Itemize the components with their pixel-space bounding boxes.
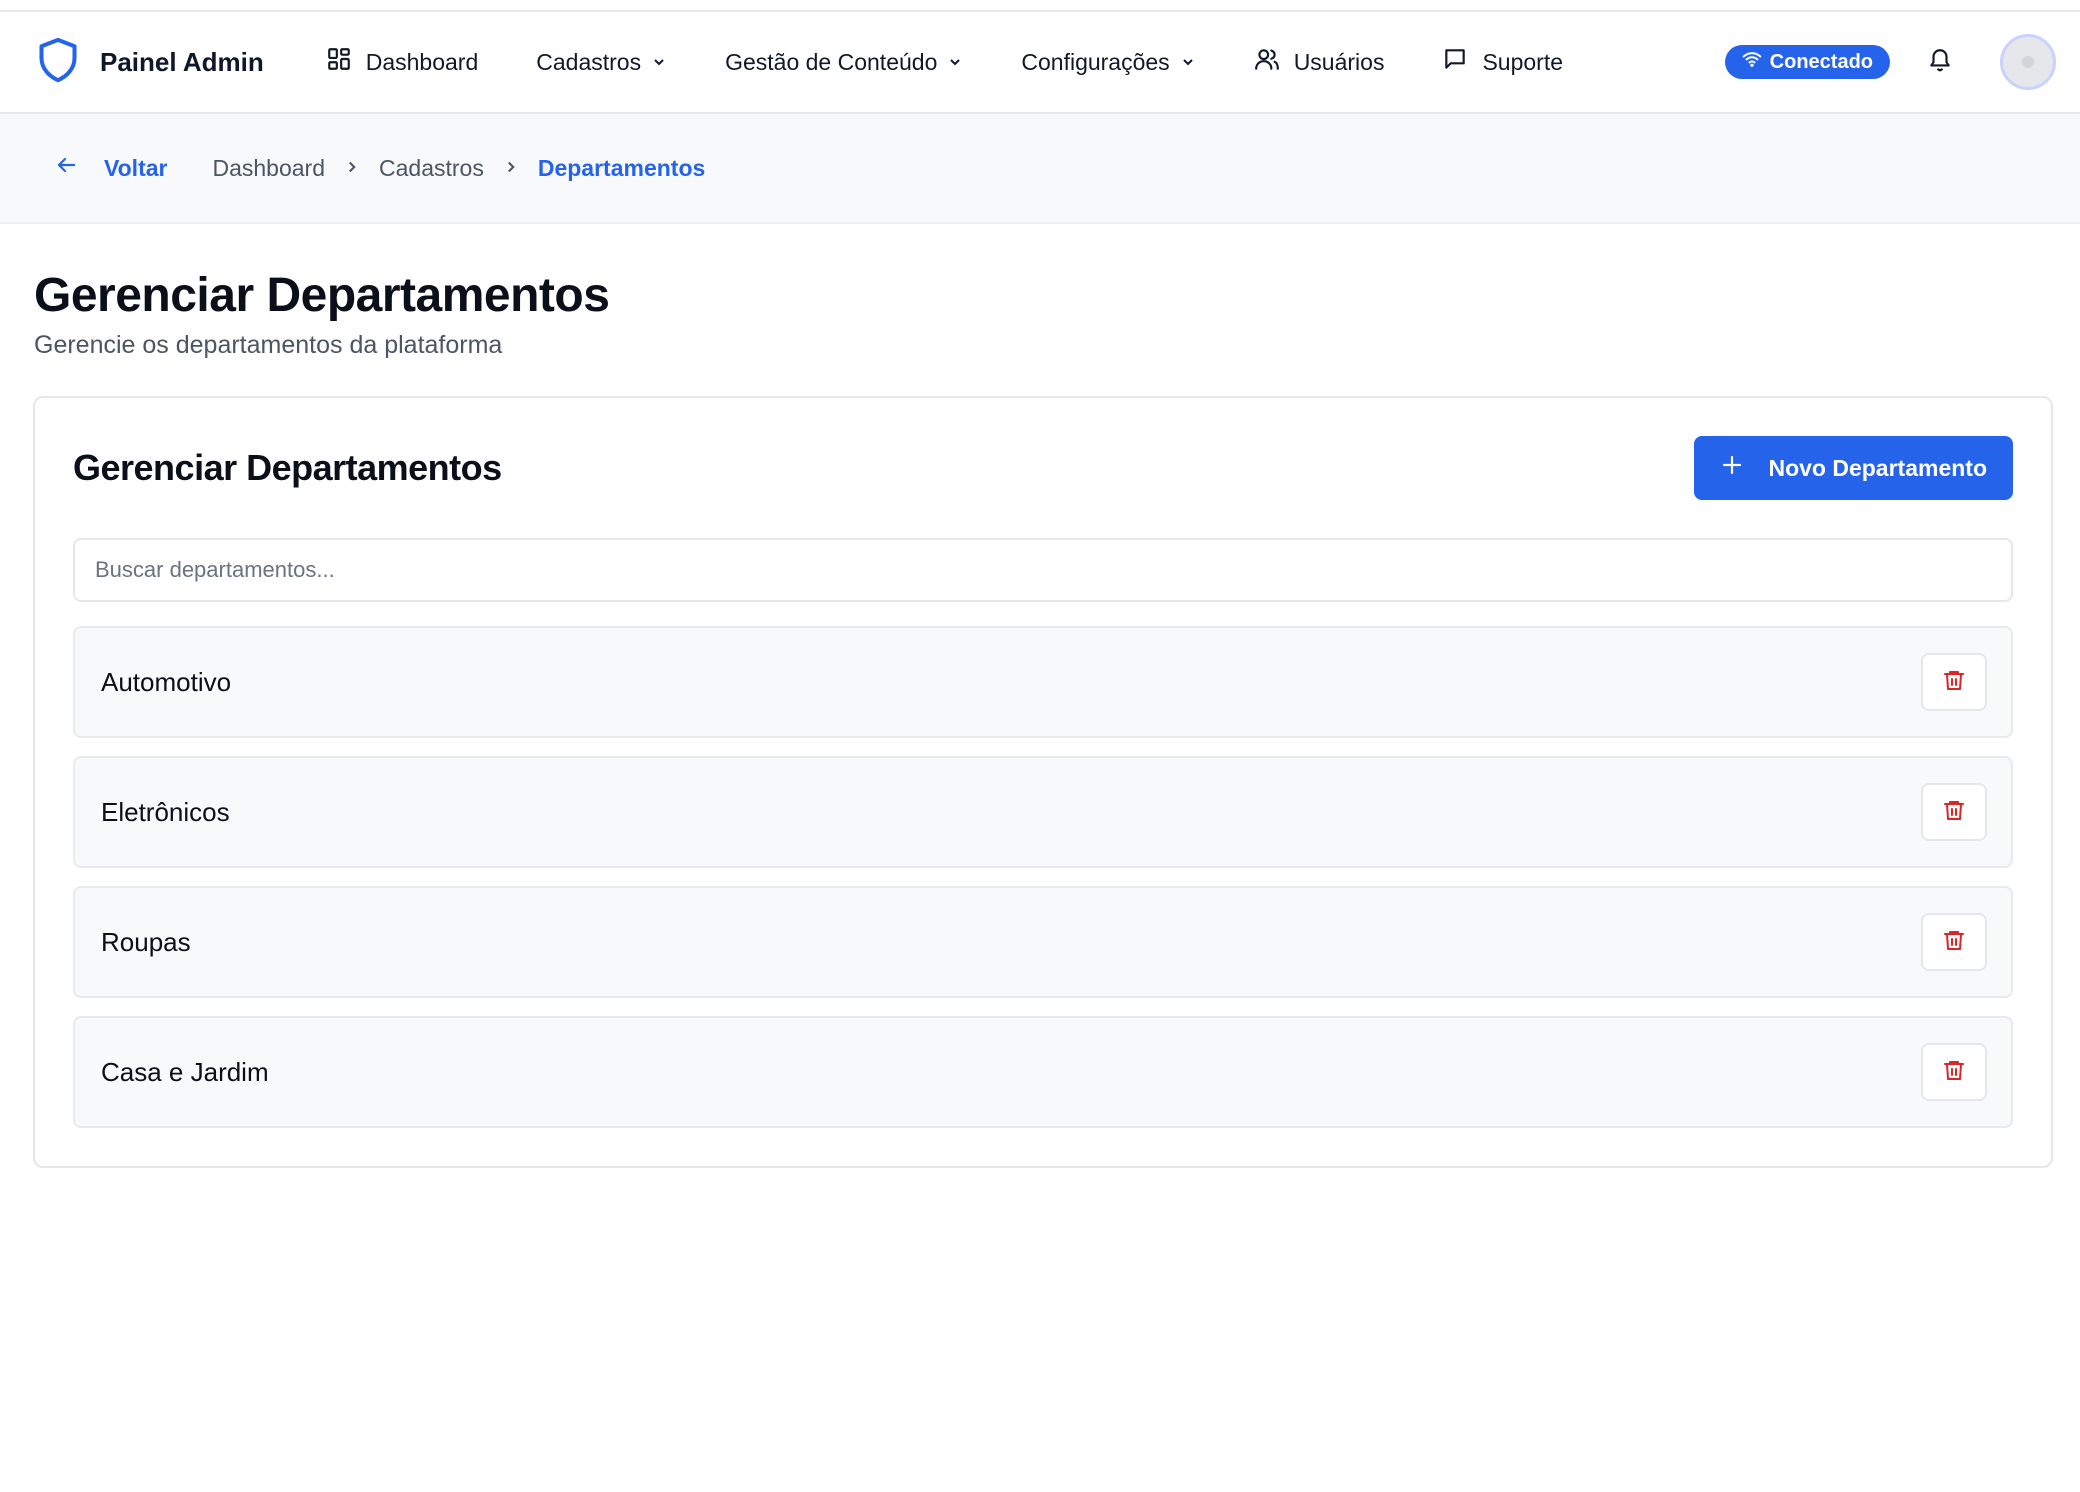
department-name: Eletrônicos <box>101 796 230 827</box>
breadcrumb-bar: Voltar Dashboard Cadastros Departamentos <box>0 114 2080 224</box>
chevron-down-icon <box>641 49 667 76</box>
departments-card: Gerenciar Departamentos Novo Departament… <box>33 396 2053 1168</box>
nav-dashboard[interactable]: Dashboard <box>326 46 479 78</box>
nav-usuarios[interactable]: Usuários <box>1254 46 1385 78</box>
new-department-label: Novo Departamento <box>1768 454 1987 481</box>
new-department-button[interactable]: Novo Departamento <box>1694 436 2013 500</box>
back-link[interactable]: Voltar <box>54 153 167 183</box>
trash-icon <box>1942 1058 1966 1087</box>
list-item: Roupas <box>73 886 2013 998</box>
shield-icon <box>36 36 80 89</box>
delete-button[interactable] <box>1921 913 1987 971</box>
chevron-down-icon <box>1170 49 1196 76</box>
page-title: Gerenciar Departamentos <box>34 269 610 322</box>
card-title: Gerenciar Departamentos <box>73 447 502 488</box>
connection-status-label: Conectado <box>1769 50 1873 73</box>
notifications-button[interactable] <box>1926 48 1954 76</box>
nav-suporte[interactable]: Suporte <box>1442 46 1563 78</box>
breadcrumb-item-departamentos: Departamentos <box>537 154 706 181</box>
plus-icon <box>1720 453 1768 483</box>
brand[interactable]: Painel Admin <box>36 36 264 89</box>
window-top-strip <box>0 0 2080 12</box>
arrow-left-icon <box>54 153 104 183</box>
list-item: Casa e Jardim <box>73 1016 2013 1128</box>
breadcrumb-item-dashboard[interactable]: Dashboard <box>212 155 325 182</box>
delete-button[interactable] <box>1921 653 1987 711</box>
users-icon <box>1254 46 1294 78</box>
search-input[interactable] <box>73 538 2013 602</box>
avatar[interactable] <box>2000 34 2056 90</box>
back-link-label: Voltar <box>104 154 168 181</box>
message-icon <box>1442 46 1482 78</box>
trash-icon <box>1942 928 1966 957</box>
nav-cadastros[interactable]: Cadastros <box>536 49 667 76</box>
page-subtitle: Gerencie os departamentos da plataforma <box>34 330 503 359</box>
nav-usuarios-label: Usuários <box>1293 48 1385 75</box>
trash-icon <box>1942 668 1966 697</box>
grid-icon <box>326 46 366 78</box>
nav-gestao-conteudo-label: Gestão de Conteúdo <box>725 48 938 75</box>
nav-suporte-label: Suporte <box>1482 48 1564 75</box>
chevron-right-icon <box>325 155 379 182</box>
list-item: Automotivo <box>73 626 2013 738</box>
connection-status-badge: Conectado <box>1724 45 1890 79</box>
breadcrumb-item-cadastros[interactable]: Cadastros <box>379 155 484 182</box>
main-nav: Dashboard Cadastros Gestão de Conteúdo C… <box>326 46 1725 78</box>
nav-configuracoes[interactable]: Configurações <box>1021 49 1195 76</box>
department-name: Automotivo <box>101 666 232 697</box>
wifi-icon <box>1742 49 1770 75</box>
list-item: Eletrônicos <box>73 756 2013 868</box>
chevron-down-icon <box>937 49 963 76</box>
avatar-placeholder <box>2022 56 2034 68</box>
chevron-right-icon <box>484 155 538 182</box>
nav-dashboard-label: Dashboard <box>365 48 479 75</box>
nav-gestao-conteudo[interactable]: Gestão de Conteúdo <box>725 49 963 76</box>
card-header: Gerenciar Departamentos Novo Departament… <box>73 436 2013 500</box>
department-list: Automotivo Eletrônicos Roupas Casa e Jar… <box>73 626 2013 1128</box>
bell-icon <box>1927 47 1953 78</box>
department-name: Casa e Jardim <box>101 1056 269 1087</box>
department-name: Roupas <box>101 926 191 957</box>
breadcrumb: Dashboard Cadastros Departamentos <box>212 155 705 182</box>
brand-name: Painel Admin <box>100 46 264 77</box>
nav-cadastros-label: Cadastros <box>536 48 642 75</box>
navbar-right: Conectado <box>1724 34 2056 90</box>
delete-button[interactable] <box>1921 1043 1987 1101</box>
trash-icon <box>1942 798 1966 827</box>
page-header: Gerenciar Departamentos Gerencie os depa… <box>0 224 2080 360</box>
nav-configuracoes-label: Configurações <box>1021 48 1170 75</box>
delete-button[interactable] <box>1921 783 1987 841</box>
top-navbar: Painel Admin Dashboard Cadastros Gestão … <box>0 12 2080 114</box>
